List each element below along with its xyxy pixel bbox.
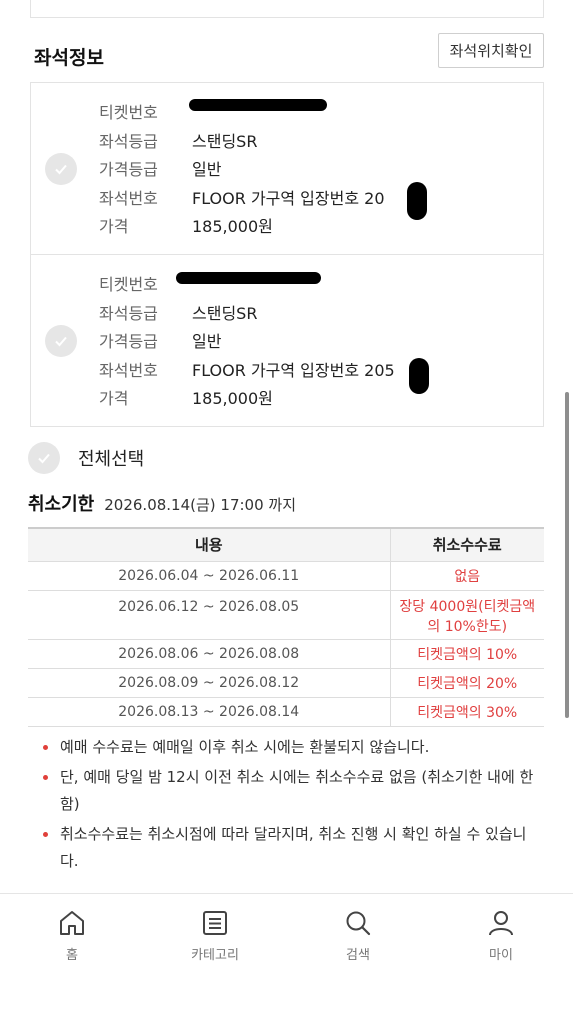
select-all-checkbox[interactable] bbox=[28, 442, 60, 474]
fee-cell-line: 장당 4000원(티켓금액 bbox=[399, 598, 536, 615]
price-label: 가격 bbox=[99, 217, 129, 237]
price-grade-label: 가격등급 bbox=[99, 332, 158, 352]
table-row: 2026.06.04 ~ 2026.06.11 없음 bbox=[28, 561, 544, 591]
seat-location-button[interactable]: 좌석위치확인 bbox=[438, 33, 544, 68]
period-cell: 2026.08.06 ~ 2026.08.08 bbox=[28, 639, 390, 669]
ticket-checkbox[interactable] bbox=[45, 153, 77, 185]
scrollbar[interactable] bbox=[565, 392, 569, 718]
search-icon bbox=[346, 911, 371, 936]
period-cell: 2026.08.13 ~ 2026.08.14 bbox=[28, 697, 390, 727]
period-cell: 2026.06.12 ~ 2026.08.05 bbox=[28, 590, 390, 640]
notice-list: 예매 수수료는 예매일 이후 취소 시에는 환불되지 않습니다. 단, 예매 당… bbox=[40, 734, 535, 878]
price-value: 185,000원 bbox=[192, 389, 273, 409]
period-cell: 2026.06.04 ~ 2026.06.11 bbox=[28, 561, 390, 591]
ticket-checkbox[interactable] bbox=[45, 325, 77, 357]
price-label: 가격 bbox=[99, 389, 129, 409]
nav-search[interactable]: 검색 bbox=[318, 908, 398, 963]
cancel-fee-table: 내용 취소수수료 2026.06.04 ~ 2026.06.11 없음 2026… bbox=[28, 527, 544, 727]
redaction-mark bbox=[409, 358, 429, 394]
nav-category[interactable]: 카테고리 bbox=[175, 908, 255, 963]
check-icon bbox=[55, 336, 67, 347]
home-icon bbox=[60, 911, 84, 935]
redaction-mark bbox=[189, 99, 327, 111]
ticket-card[interactable]: 티켓번호 좌석등급 스탠딩SR 가격등급 일반 좌석번호 FLOOR 가구역 입장번호… bbox=[30, 254, 544, 427]
seat-grade-label: 좌석등급 bbox=[99, 303, 158, 323]
cancel-deadline: 취소기한 2026.08.14(금) 17:00 까지 bbox=[28, 490, 296, 516]
column-header: 취소수수료 bbox=[389, 527, 544, 562]
seat-no-value: FLOOR 가구역 입장번호 20 bbox=[192, 188, 385, 208]
check-icon bbox=[55, 164, 67, 175]
column-header: 내용 bbox=[28, 527, 390, 562]
ticket-no-label: 티켓번호 bbox=[99, 103, 158, 123]
seat-grade-value: 스탠딩SR bbox=[192, 303, 258, 323]
table-row: 2026.08.13 ~ 2026.08.14 티켓금액의 30% bbox=[28, 697, 544, 727]
fee-cell: 티켓금액의 30% bbox=[389, 697, 544, 727]
bottom-nav: 홈 카테고리 검색 마이 bbox=[0, 893, 573, 1024]
check-icon bbox=[38, 453, 50, 464]
seat-no-label: 좌석번호 bbox=[99, 188, 158, 208]
seat-info-title: 좌석정보 bbox=[34, 47, 104, 69]
select-all-toggle[interactable]: 전체선택 bbox=[28, 442, 144, 474]
nav-label: 마이 bbox=[489, 948, 513, 963]
category-icon bbox=[203, 911, 227, 935]
notice-item: 예매 수수료는 예매일 이후 취소 시에는 환불되지 않습니다. bbox=[40, 734, 535, 761]
notice-item: 취소수수료는 취소시점에 따라 달라지며, 취소 진행 시 확인 하실 수 있습… bbox=[40, 821, 535, 875]
fee-cell: 티켓금액의 20% bbox=[389, 668, 544, 698]
ticket-card[interactable]: 티켓번호 좌석등급 스탠딩SR 가격등급 일반 좌석번호 FLOOR 가구역 입장번호… bbox=[30, 82, 544, 255]
notice-item: 단, 예매 당일 밤 12시 이전 취소 시에는 취소수수료 없음 (취소기한 … bbox=[40, 764, 535, 818]
table-row: 2026.06.12 ~ 2026.08.05 장당 4000원(티켓금액의 1… bbox=[28, 590, 544, 640]
user-icon bbox=[489, 911, 513, 936]
table-row: 2026.08.06 ~ 2026.08.08 티켓금액의 10% bbox=[28, 639, 544, 669]
seat-no-value: FLOOR 가구역 입장번호 205 bbox=[192, 360, 395, 380]
price-grade-value: 일반 bbox=[192, 332, 222, 352]
nav-home[interactable]: 홈 bbox=[32, 908, 112, 963]
price-grade-label: 가격등급 bbox=[99, 160, 158, 180]
nav-label: 홈 bbox=[66, 948, 78, 963]
price-value: 185,000원 bbox=[192, 217, 273, 237]
previous-section-box bbox=[30, 0, 544, 18]
select-all-label: 전체선택 bbox=[78, 449, 145, 470]
fee-cell-line: 의 10%한도) bbox=[427, 618, 508, 635]
table-row: 2026.08.09 ~ 2026.08.12 티켓금액의 20% bbox=[28, 668, 544, 698]
cancel-deadline-title: 취소기한 bbox=[28, 494, 95, 515]
seat-no-label: 좌석번호 bbox=[99, 360, 158, 380]
period-cell: 2026.08.09 ~ 2026.08.12 bbox=[28, 668, 390, 698]
nav-label: 검색 bbox=[346, 948, 370, 963]
redaction-mark bbox=[407, 182, 427, 220]
nav-label: 카테고리 bbox=[191, 948, 239, 963]
price-grade-value: 일반 bbox=[192, 160, 222, 180]
seat-grade-value: 스탠딩SR bbox=[192, 131, 258, 151]
seat-grade-label: 좌석등급 bbox=[99, 131, 158, 151]
fee-cell: 장당 4000원(티켓금액의 10%한도) bbox=[389, 590, 544, 640]
nav-my[interactable]: 마이 bbox=[461, 908, 541, 963]
fee-cell: 없음 bbox=[389, 561, 544, 591]
fee-cell: 티켓금액의 10% bbox=[389, 639, 544, 669]
redaction-mark bbox=[176, 272, 321, 284]
cancel-deadline-date: 2026.08.14(금) 17:00 까지 bbox=[104, 496, 297, 514]
